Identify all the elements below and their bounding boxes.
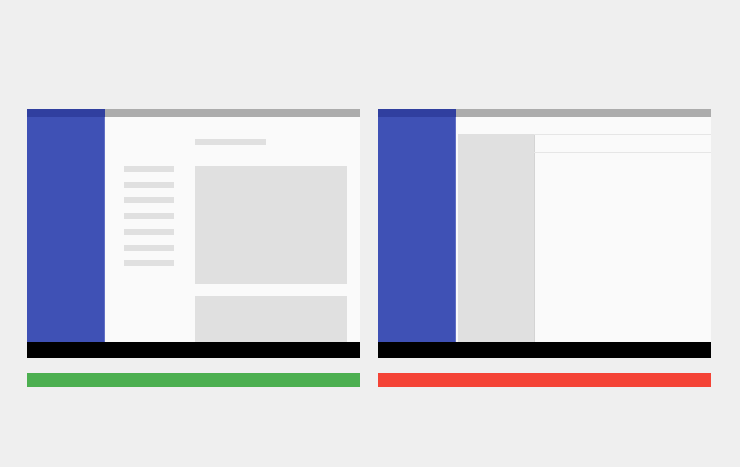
secondary-panel-placeholder [458,134,535,342]
nav-item-placeholder [124,181,174,188]
divider [534,152,711,153]
navigation-drawer-edge [104,117,105,342]
nav-item-placeholder [124,260,174,267]
system-bar [27,342,360,358]
layout-example-correct [27,109,360,358]
navigation-drawer-header [378,109,456,117]
navigation-drawer [27,109,105,342]
navigation-drawer-header [27,109,105,117]
nav-item-placeholder [124,244,174,251]
secondary-card-placeholder [195,296,347,342]
correct-indicator-bar [27,373,360,387]
nav-item-placeholder [124,197,174,204]
system-bar [378,342,711,358]
layout-example-incorrect [378,109,711,358]
title-placeholder [195,139,266,145]
navigation-drawer [378,109,456,342]
incorrect-indicator-bar [378,373,711,387]
content-card-placeholder [195,166,347,284]
nav-item-placeholder [124,228,174,235]
nav-item-placeholder [124,166,174,172]
nav-item-placeholder [124,213,174,220]
navigation-drawer-edge [455,117,456,342]
divider [534,134,711,135]
toolbar-placeholder [456,117,711,134]
